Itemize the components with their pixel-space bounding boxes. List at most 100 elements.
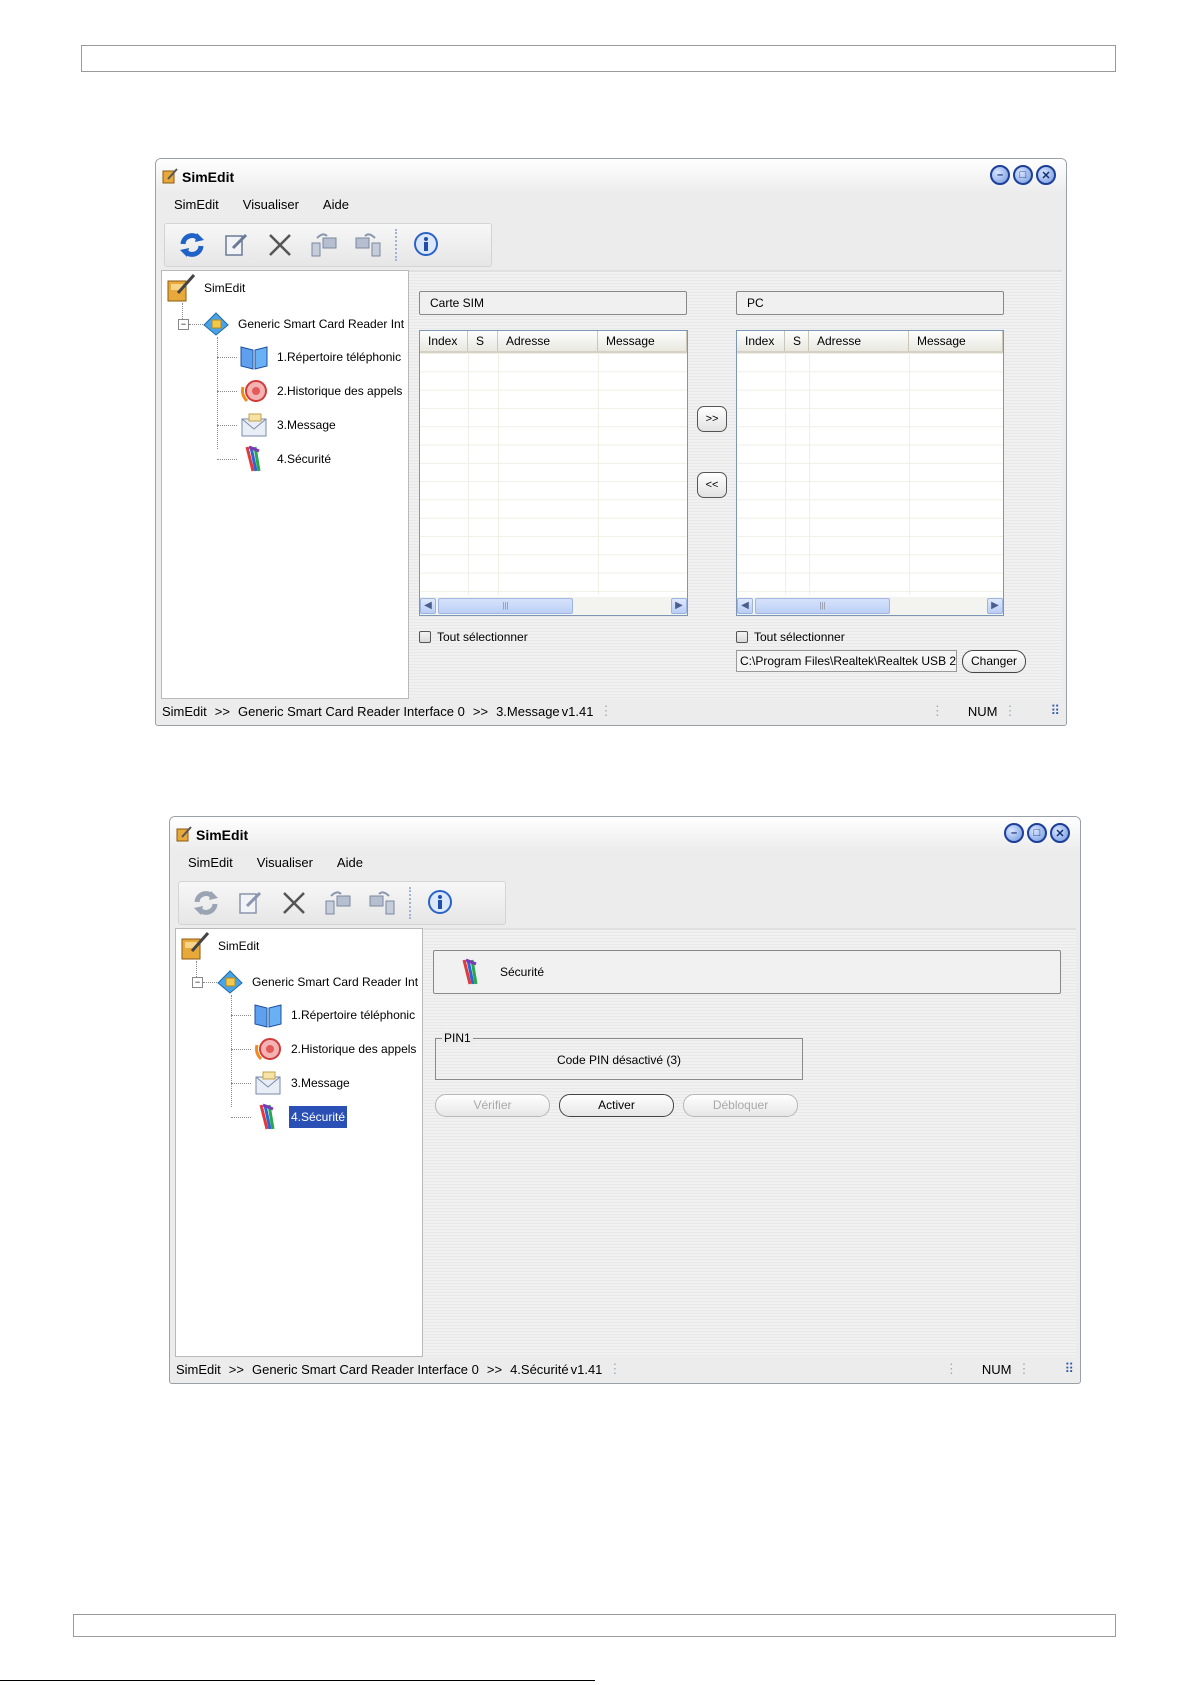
status-app: SimEdit xyxy=(162,703,207,719)
title-bar[interactable]: SimEdit – □ ✕ xyxy=(170,817,1080,851)
title-bar[interactable]: SimEdit – □ ✕ xyxy=(156,159,1066,193)
horizontal-scrollbar[interactable]: ◀ ||| ▶ xyxy=(420,597,687,615)
pin1-legend: PIN1 xyxy=(442,1031,473,1045)
tree-root[interactable]: SimEdit xyxy=(180,931,261,961)
tree-line xyxy=(231,1049,251,1050)
column-header-address[interactable]: Adresse xyxy=(498,331,598,351)
page-footer-box xyxy=(73,1614,1116,1637)
sim-list-grid[interactable]: Index S Adresse Message ◀ ||| ▶ xyxy=(419,330,688,616)
tree-item-call-history[interactable]: 2.Historique des appels xyxy=(239,377,404,405)
scroll-thumb[interactable]: ||| xyxy=(438,598,573,614)
window-title: SimEdit xyxy=(196,827,249,843)
tree-line xyxy=(189,324,203,325)
network-icon: ⠿ xyxy=(1050,703,1060,718)
copy-to-pc-icon[interactable] xyxy=(321,886,355,920)
status-divider: ⋮ xyxy=(930,703,944,718)
edit-icon[interactable] xyxy=(219,228,253,262)
close-button[interactable]: ✕ xyxy=(1050,823,1070,843)
menu-visualiser[interactable]: Visualiser xyxy=(257,855,313,875)
copy-to-pc-button[interactable]: >> xyxy=(697,406,727,432)
menu-visualiser[interactable]: Visualiser xyxy=(243,197,299,217)
menu-aide[interactable]: Aide xyxy=(323,197,349,217)
change-path-button[interactable]: Changer xyxy=(962,650,1026,673)
network-icon: ⠿ xyxy=(1064,1361,1074,1376)
content-pane: Carte SIM PC Index S Adresse Message ◀ |… xyxy=(409,270,1062,699)
verify-button[interactable]: Vérifier xyxy=(435,1094,550,1117)
pc-select-all-checkbox[interactable] xyxy=(736,631,748,643)
info-icon[interactable] xyxy=(423,886,457,920)
pc-select-all-label: Tout sélectionner xyxy=(754,630,845,644)
scroll-thumb[interactable]: ||| xyxy=(755,598,890,614)
edit-icon[interactable] xyxy=(233,886,267,920)
pin-status-text: Code PIN désactivé (3) xyxy=(556,1053,682,1067)
menu-simedit[interactable]: SimEdit xyxy=(188,855,233,875)
pc-path-field[interactable]: C:\Program Files\Realtek\Realtek USB 2.0 xyxy=(736,650,957,672)
scroll-right-icon[interactable]: ▶ xyxy=(671,598,687,614)
grid-body xyxy=(737,353,1003,595)
tree-item-call-history[interactable]: 2.Historique des appels xyxy=(253,1035,418,1063)
status-num: NUM xyxy=(967,703,998,719)
status-divider: ⋮ xyxy=(599,703,613,718)
refresh-icon[interactable] xyxy=(189,886,223,920)
column-header-s[interactable]: S xyxy=(468,331,498,351)
pc-list-grid[interactable]: Index S Adresse Message ◀ ||| ▶ xyxy=(736,330,1004,616)
status-divider: ⋮ xyxy=(944,1361,958,1376)
column-header-message[interactable]: Message xyxy=(909,331,1003,351)
tree-line xyxy=(217,337,218,449)
toolbar xyxy=(178,881,506,925)
grid-divider xyxy=(785,353,786,595)
tree-item-security[interactable]: 4.Sécurité xyxy=(253,1103,348,1131)
delete-icon[interactable] xyxy=(277,886,311,920)
grid-body xyxy=(420,353,687,595)
page-header-box xyxy=(81,45,1116,72)
column-header-message[interactable]: Message xyxy=(598,331,687,351)
minimize-button[interactable]: – xyxy=(990,165,1010,185)
refresh-icon[interactable] xyxy=(175,228,209,262)
maximize-button[interactable]: □ xyxy=(1027,823,1047,843)
footer-rule xyxy=(0,1680,595,1681)
activate-button[interactable]: Activer xyxy=(559,1094,674,1117)
copy-to-pc-icon[interactable] xyxy=(307,228,341,262)
column-header-index[interactable]: Index xyxy=(737,331,785,351)
tree-item-message[interactable]: 3.Message xyxy=(253,1069,352,1097)
scroll-right-icon[interactable]: ▶ xyxy=(987,598,1003,614)
security-icon xyxy=(259,1103,275,1130)
unblock-button[interactable]: Débloquer xyxy=(683,1094,798,1117)
tree-line xyxy=(231,1083,251,1084)
minimize-button[interactable]: – xyxy=(1004,823,1024,843)
tree-item-security[interactable]: 4.Sécurité xyxy=(239,445,333,473)
tree-line xyxy=(217,459,237,460)
tree-line xyxy=(231,1117,251,1118)
column-header-address[interactable]: Adresse xyxy=(809,331,909,351)
tree-item-phonebook[interactable]: 1.Répertoire téléphonic xyxy=(253,1001,417,1029)
copy-to-sim-icon[interactable] xyxy=(351,228,385,262)
delete-icon[interactable] xyxy=(263,228,297,262)
menu-aide[interactable]: Aide xyxy=(337,855,363,875)
menu-simedit[interactable]: SimEdit xyxy=(174,197,219,217)
tree-item-phonebook[interactable]: 1.Répertoire téléphonic xyxy=(239,343,403,371)
scroll-left-icon[interactable]: ◀ xyxy=(420,598,436,614)
maximize-button[interactable]: □ xyxy=(1013,165,1033,185)
sim-select-all-checkbox[interactable] xyxy=(419,631,431,643)
collapse-toggle[interactable]: − xyxy=(178,319,189,330)
phonebook-icon xyxy=(240,346,268,370)
tree-root[interactable]: SimEdit xyxy=(166,273,247,303)
tree-item-message[interactable]: 3.Message xyxy=(239,411,338,439)
sim-select-all[interactable]: Tout sélectionner xyxy=(419,630,528,644)
column-header-index[interactable]: Index xyxy=(420,331,468,351)
close-button[interactable]: ✕ xyxy=(1036,165,1056,185)
scroll-left-icon[interactable]: ◀ xyxy=(737,598,753,614)
column-header-s[interactable]: S xyxy=(785,331,809,351)
status-divider: ⋮ xyxy=(608,1361,622,1376)
copy-to-sim-button[interactable]: << xyxy=(697,472,727,498)
tree-reader[interactable]: Generic Smart Card Reader Int xyxy=(202,311,406,337)
pc-select-all[interactable]: Tout sélectionner xyxy=(736,630,845,644)
collapse-toggle[interactable]: − xyxy=(192,977,203,988)
tree-reader[interactable]: Generic Smart Card Reader Int xyxy=(216,969,420,995)
message-icon xyxy=(241,413,267,437)
info-icon[interactable] xyxy=(409,228,443,262)
status-separator: >> xyxy=(214,703,230,719)
copy-to-sim-icon[interactable] xyxy=(365,886,399,920)
horizontal-scrollbar[interactable]: ◀ ||| ▶ xyxy=(737,597,1003,615)
status-separator: >> xyxy=(472,703,489,719)
